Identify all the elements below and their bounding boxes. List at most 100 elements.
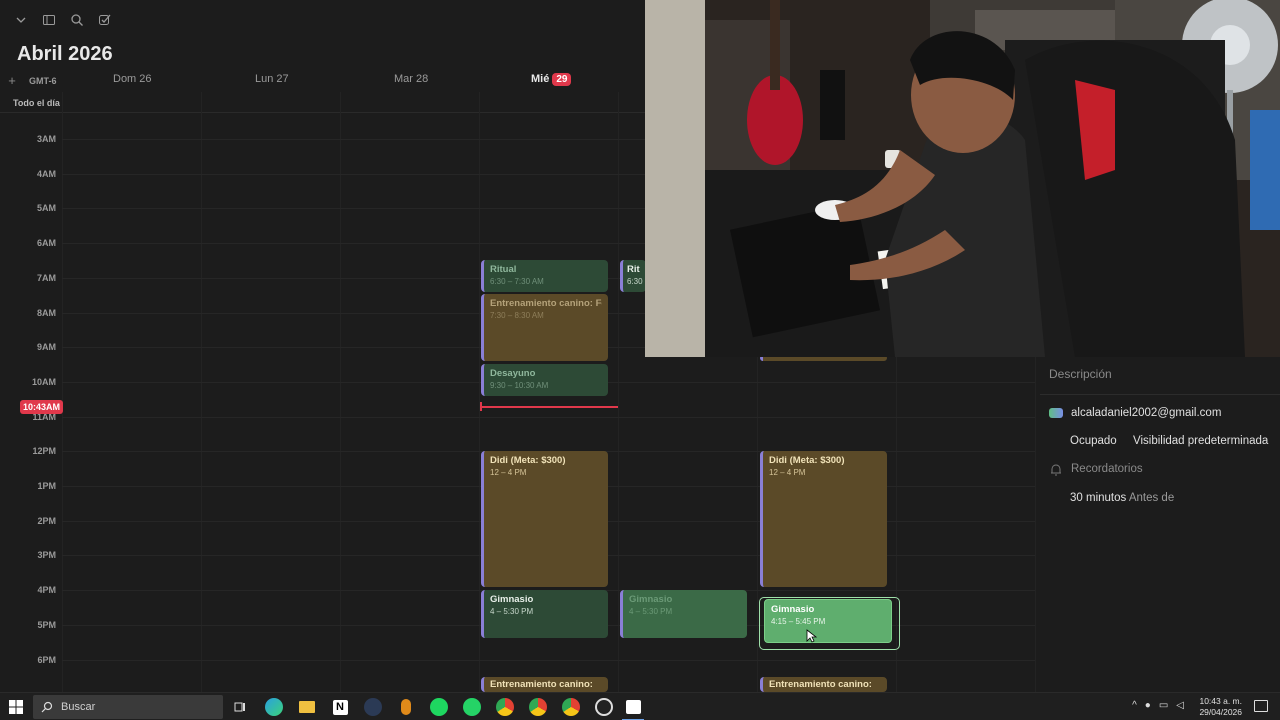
event-title: Entrenamiento canino: xyxy=(769,679,872,690)
webcam-video-frame xyxy=(645,0,1280,357)
column-divider xyxy=(479,92,480,692)
app-icon[interactable] xyxy=(397,693,415,720)
event-time: 4 – 5:30 PM xyxy=(490,607,534,616)
calendar-toolbar xyxy=(10,10,116,30)
event-time: 4 – 5:30 PM xyxy=(629,607,673,616)
hour-label: 5AM xyxy=(36,203,56,213)
microphone-icon[interactable]: ● xyxy=(1145,700,1151,711)
column-divider xyxy=(618,92,619,692)
windows-taskbar: Buscar N ^ ● ▭ ◁ 10:43 a. m. 29/04/2026 xyxy=(0,692,1280,720)
calendar-app-icon[interactable] xyxy=(624,693,642,720)
chrome-icon[interactable] xyxy=(562,693,580,720)
chrome-icon[interactable] xyxy=(529,693,547,720)
hour-label: 6AM xyxy=(36,238,56,248)
column-divider xyxy=(62,92,63,692)
column-divider xyxy=(340,92,341,692)
hour-gridline xyxy=(62,660,1035,661)
taskbar-search[interactable]: Buscar xyxy=(33,695,223,719)
hour-label: 1PM xyxy=(37,481,56,491)
bell-icon xyxy=(1049,463,1063,477)
event-gimnasio[interactable]: Gimnasio 4 – 5:30 PM xyxy=(481,590,608,638)
search-icon[interactable] xyxy=(66,10,88,30)
column-divider xyxy=(201,92,202,692)
event-title: Gimnasio xyxy=(629,594,673,605)
current-time-badge: 10:43AM xyxy=(20,400,64,414)
event-title: Didi (Meta: $300) xyxy=(769,455,845,466)
event-desayuno[interactable]: Desayuno 9:30 – 10:30 AM xyxy=(481,364,608,396)
day-header-tue[interactable]: Mar 28 xyxy=(394,73,428,85)
volume-icon[interactable]: ◁ xyxy=(1176,700,1184,711)
current-time-marker xyxy=(480,402,482,411)
event-entrenamiento-canino[interactable]: Entrenamiento canino: xyxy=(760,677,887,692)
event-title: Entrenamiento canino: Fer xyxy=(490,298,602,309)
month-title: Abril 2026 xyxy=(17,43,113,65)
all-day-label: Todo el día xyxy=(13,98,60,108)
day-header-wed-label: Mié xyxy=(531,73,550,85)
today-badge: 29 xyxy=(552,73,572,86)
event-entrenamiento-canino[interactable]: Entrenamiento canino: Fer 7:30 – 8:30 AM xyxy=(481,294,608,361)
whatsapp-icon[interactable] xyxy=(463,693,481,720)
calendar-color-icon xyxy=(1049,408,1063,418)
davinci-icon[interactable] xyxy=(364,693,382,720)
chevron-up-icon[interactable]: ^ xyxy=(1132,700,1137,711)
day-header-wed[interactable]: Mié 29 xyxy=(531,73,572,86)
notification-icon[interactable] xyxy=(1254,700,1268,712)
add-timezone-button[interactable]: + xyxy=(6,73,18,88)
event-time: 12 – 4 PM xyxy=(490,468,527,477)
timezone-label: GMT-6 xyxy=(29,76,57,86)
hour-label: 5PM xyxy=(37,620,56,630)
event-didi[interactable]: Didi (Meta: $300) 12 – 4 PM xyxy=(481,451,608,587)
taskbar-search-placeholder: Buscar xyxy=(61,701,96,713)
hour-gridline xyxy=(62,417,1035,418)
current-time-line xyxy=(481,406,618,408)
event-didi[interactable]: Didi (Meta: $300) 12 – 4 PM xyxy=(760,451,887,587)
new-task-icon[interactable] xyxy=(94,10,116,30)
system-tray: ^ ● ▭ ◁ xyxy=(1132,700,1184,711)
event-title: Entrenamiento canino: xyxy=(490,679,593,690)
search-icon xyxy=(41,701,53,713)
spotify-icon[interactable] xyxy=(430,693,448,720)
description-label[interactable]: Descripción xyxy=(1049,367,1112,381)
event-time: 6:30 xyxy=(627,277,643,286)
notion-icon[interactable]: N xyxy=(331,693,349,720)
hour-label: 12PM xyxy=(32,446,56,456)
hour-label: 9AM xyxy=(36,342,56,352)
task-view-icon[interactable] xyxy=(232,693,248,720)
file-explorer-icon[interactable] xyxy=(298,693,316,720)
chevron-down-icon[interactable] xyxy=(10,10,32,30)
event-time: 9:30 – 10:30 AM xyxy=(490,381,549,390)
hour-label: 8AM xyxy=(36,308,56,318)
hour-label: 10AM xyxy=(31,377,56,387)
reminder-value: 30 minutos xyxy=(1070,492,1127,504)
obs-icon[interactable] xyxy=(595,693,613,720)
event-entrenamiento-canino[interactable]: Entrenamiento canino: xyxy=(481,677,608,692)
sidebar-toggle-icon[interactable] xyxy=(38,10,60,30)
event-title: Ritu xyxy=(627,264,640,275)
selection-outline xyxy=(759,597,900,650)
chrome-icon[interactable] xyxy=(496,693,514,720)
clock-date: 29/04/2026 xyxy=(1199,707,1242,717)
day-header-mon[interactable]: Lun 27 xyxy=(255,73,289,85)
clock[interactable]: 10:43 a. m. 29/04/2026 xyxy=(1199,696,1242,718)
event-time: 12 – 4 PM xyxy=(769,468,806,477)
hour-label: 3PM xyxy=(37,550,56,560)
hour-label: 3AM xyxy=(36,134,56,144)
event-title: Desayuno xyxy=(490,368,536,379)
clock-time: 10:43 a. m. xyxy=(1199,696,1242,706)
event-ritual[interactable]: Ritu 6:30 xyxy=(620,260,646,292)
hour-label: 6PM xyxy=(37,655,56,665)
availability-dropdown[interactable]: Ocupado xyxy=(1070,435,1117,447)
calendar-account[interactable]: alcaladaniel2002@gmail.com xyxy=(1071,407,1221,419)
edge-icon[interactable] xyxy=(265,693,283,720)
event-ritual[interactable]: Ritual 6:30 – 7:30 AM xyxy=(481,260,608,292)
reminder-before: Antes de xyxy=(1128,492,1175,504)
visibility-dropdown[interactable]: Visibilidad predeterminada xyxy=(1133,435,1268,447)
windows-start-icon[interactable] xyxy=(6,693,26,720)
reminder-item[interactable]: 30 minutos Antes de xyxy=(1070,492,1174,504)
reminders-label[interactable]: Recordatorios xyxy=(1071,463,1143,475)
network-icon[interactable]: ▭ xyxy=(1159,700,1168,711)
panel-divider xyxy=(1040,394,1280,395)
day-header-sun[interactable]: Dom 26 xyxy=(113,73,152,85)
event-gimnasio[interactable]: Gimnasio 4 – 5:30 PM xyxy=(620,590,747,638)
hour-label: 7AM xyxy=(36,273,56,283)
